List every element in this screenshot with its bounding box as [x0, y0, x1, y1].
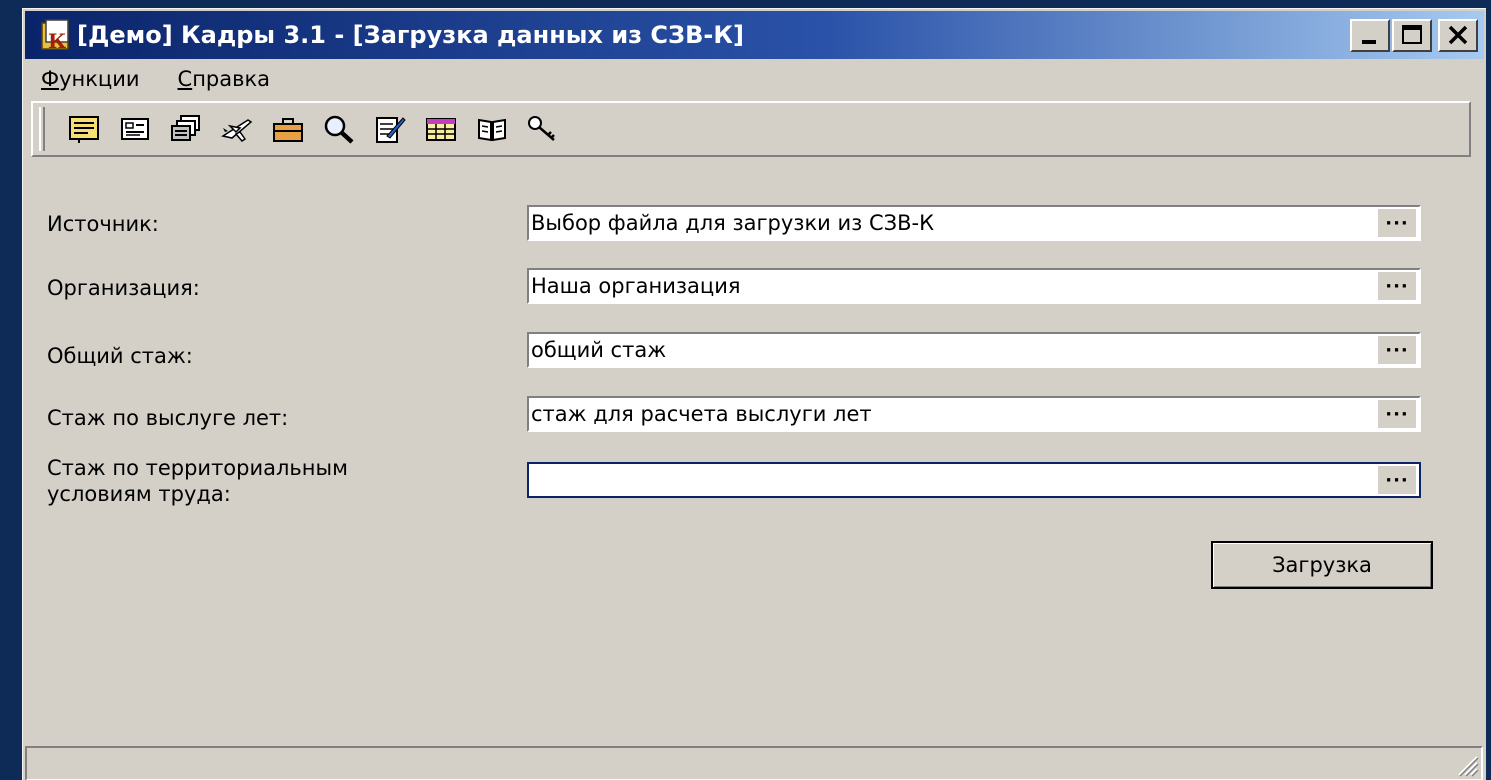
- maximize-button[interactable]: [1392, 19, 1432, 52]
- source-value[interactable]: Выбор файла для загрузки из СЗВ-К: [529, 211, 1378, 235]
- total-experience-label: Общий стаж:: [47, 344, 193, 368]
- total-experience-value[interactable]: общий стаж: [529, 338, 1378, 362]
- organization-value[interactable]: Наша организация: [529, 274, 1378, 298]
- seniority-experience-browse-button[interactable]: ···: [1378, 400, 1416, 428]
- documents-stack-icon[interactable]: [167, 110, 205, 148]
- close-button[interactable]: [1438, 19, 1478, 52]
- window-controls: [1350, 19, 1478, 52]
- title-bar[interactable]: К [Демо] Кадры 3.1 - [Загрузка данных из…: [25, 11, 1484, 59]
- organization-browse-button[interactable]: ···: [1378, 272, 1416, 300]
- menu-functions[interactable]: Функции: [41, 67, 140, 91]
- seniority-experience-value[interactable]: стаж для расчета выслуги лет: [529, 402, 1378, 426]
- toolbar-grip[interactable]: [39, 107, 45, 151]
- menu-bar: Функции Справка: [25, 61, 1484, 97]
- source-label: Источник:: [47, 212, 159, 236]
- app-window: К [Демо] Кадры 3.1 - [Загрузка данных из…: [22, 8, 1486, 780]
- seniority-experience-field[interactable]: стаж для расчета выслуги лет ···: [527, 396, 1421, 432]
- book-icon[interactable]: [473, 110, 511, 148]
- document-list-icon[interactable]: [65, 110, 103, 148]
- minimize-button[interactable]: [1350, 19, 1390, 52]
- menu-help[interactable]: Справка: [178, 67, 271, 91]
- total-experience-field[interactable]: общий стаж ···: [527, 332, 1421, 368]
- edit-document-icon[interactable]: [371, 110, 409, 148]
- organization-field[interactable]: Наша организация ···: [527, 268, 1421, 304]
- territorial-experience-label: Стаж по территориальным условиям труда:: [47, 455, 348, 507]
- source-browse-button[interactable]: ···: [1378, 209, 1416, 237]
- organization-label: Организация:: [47, 276, 200, 300]
- territorial-experience-label-line1: Стаж по территориальным: [47, 456, 348, 480]
- total-experience-browse-button[interactable]: ···: [1378, 336, 1416, 364]
- airplane-icon[interactable]: [218, 110, 256, 148]
- seniority-experience-label: Стаж по выслуге лет:: [47, 406, 289, 430]
- window-title: [Демо] Кадры 3.1 - [Загрузка данных из С…: [77, 21, 744, 49]
- toolbar: [31, 101, 1471, 157]
- keys-icon[interactable]: [524, 110, 562, 148]
- status-bar: [25, 746, 1483, 780]
- source-field[interactable]: Выбор файла для загрузки из СЗВ-К ···: [527, 205, 1421, 241]
- svg-text:К: К: [48, 29, 66, 52]
- briefcase-icon[interactable]: [269, 110, 307, 148]
- territorial-experience-field[interactable]: ···: [527, 462, 1421, 498]
- search-icon[interactable]: [320, 110, 358, 148]
- load-button[interactable]: Загрузка: [1211, 541, 1433, 589]
- app-icon: К: [39, 18, 73, 53]
- territorial-experience-label-line2: условиям труда:: [47, 482, 231, 506]
- card-icon[interactable]: [116, 110, 154, 148]
- resize-grip-icon[interactable]: [1453, 751, 1479, 777]
- territorial-experience-browse-button[interactable]: ···: [1378, 466, 1416, 494]
- table-icon[interactable]: [422, 110, 460, 148]
